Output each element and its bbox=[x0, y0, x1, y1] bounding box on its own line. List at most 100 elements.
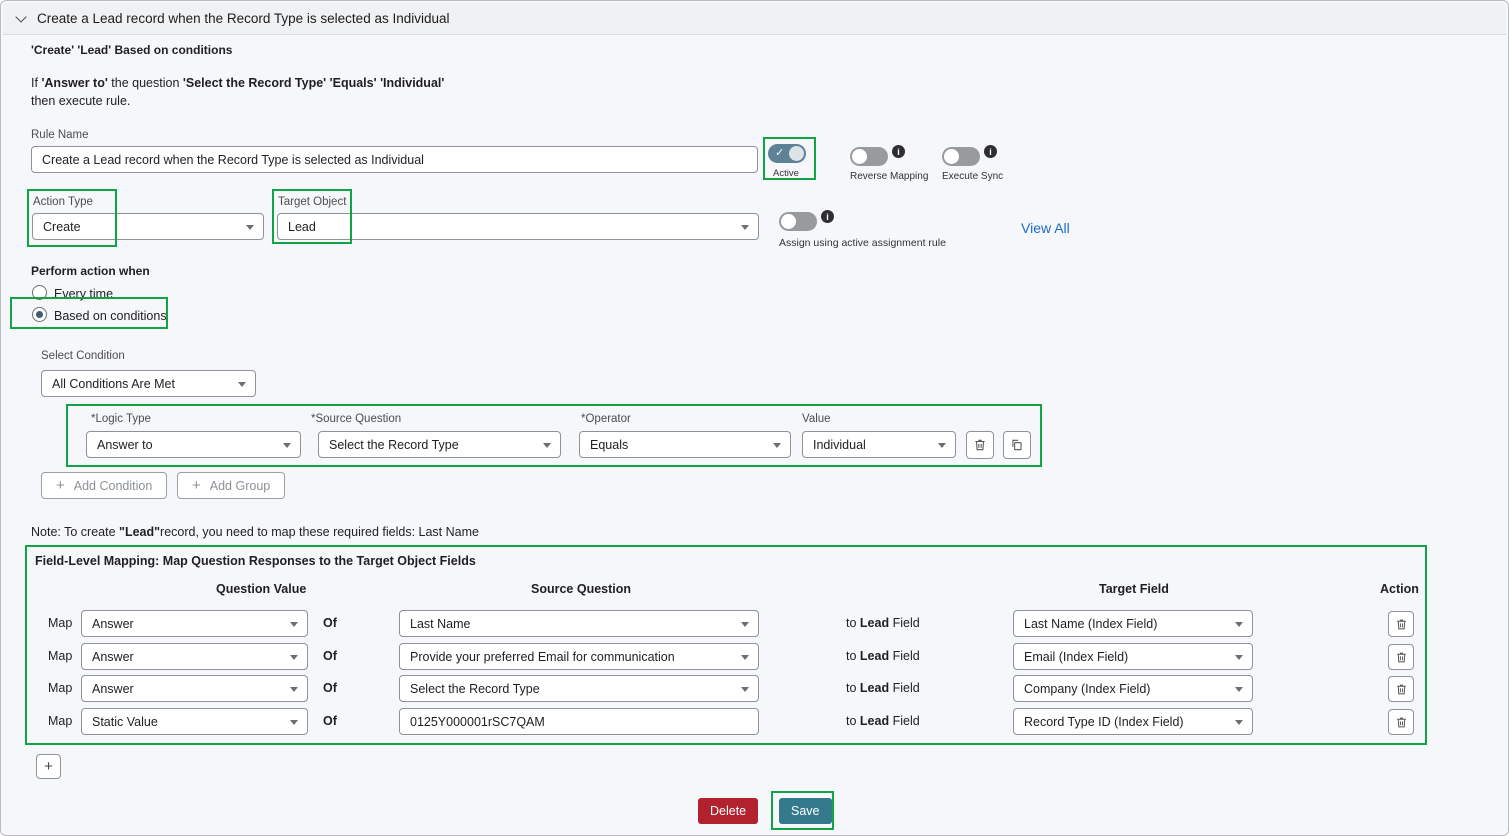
field-text: Field bbox=[893, 649, 920, 663]
delete-mapping-button[interactable] bbox=[1388, 709, 1414, 735]
info-icon[interactable]: i bbox=[821, 210, 834, 223]
static-value-input[interactable] bbox=[399, 708, 759, 735]
source-question-select[interactable]: Last Name bbox=[399, 610, 759, 637]
logic-type-select[interactable]: Answer to bbox=[86, 431, 301, 458]
object-text: Lead bbox=[860, 714, 889, 728]
target-field-select[interactable]: Company (Index Field) bbox=[1013, 675, 1253, 702]
mapping-title: Field-Level Mapping: Map Question Respon… bbox=[35, 554, 476, 568]
chevron-down-icon bbox=[283, 443, 291, 448]
active-toggle[interactable]: ✓ bbox=[768, 144, 806, 163]
mapping-row: Map Answer Of Select the Record Type to … bbox=[26, 675, 1428, 703]
target-field-select[interactable]: Record Type ID (Index Field) bbox=[1013, 708, 1253, 735]
to-field-label: to Lead Field bbox=[846, 616, 920, 630]
question-value-selected: Static Value bbox=[92, 715, 158, 729]
section-header[interactable]: Create a Lead record when the Record Typ… bbox=[3, 3, 1506, 35]
toggle-knob bbox=[944, 149, 959, 164]
target-field-selected: Record Type ID (Index Field) bbox=[1024, 715, 1184, 729]
info-icon[interactable]: i bbox=[892, 145, 905, 158]
chevron-down-icon bbox=[543, 443, 551, 448]
logic-type-label: *Logic Type bbox=[91, 413, 151, 425]
add-mapping-row-button[interactable]: + bbox=[36, 754, 61, 779]
field-text: Field bbox=[893, 681, 920, 695]
question-value-selected: Answer bbox=[92, 617, 134, 631]
delete-condition-button[interactable] bbox=[966, 431, 994, 459]
summary-question: 'Select the Record Type' bbox=[183, 76, 326, 90]
delete-mapping-button[interactable] bbox=[1388, 611, 1414, 637]
condition-source-value: Select the Record Type bbox=[329, 438, 459, 452]
source-question-selected: Last Name bbox=[410, 617, 470, 631]
assignment-rule-label: Assign using active assignment rule bbox=[779, 237, 946, 249]
to-field-label: to Lead Field bbox=[846, 714, 920, 728]
info-icon[interactable]: i bbox=[984, 145, 997, 158]
every-time-label[interactable]: Every time bbox=[54, 287, 113, 301]
section-title: Create a Lead record when the Record Typ… bbox=[37, 11, 450, 26]
radio-based-on-conditions[interactable] bbox=[32, 307, 47, 322]
target-object-label: Target Object bbox=[278, 196, 346, 208]
save-button[interactable]: Save bbox=[779, 798, 832, 824]
condition-source-question-select[interactable]: Select the Record Type bbox=[318, 431, 561, 458]
select-condition-select[interactable]: All Conditions Are Met bbox=[41, 370, 256, 397]
copy-condition-button[interactable] bbox=[1003, 431, 1031, 459]
question-value-select[interactable]: Answer bbox=[81, 610, 308, 637]
trash-icon bbox=[973, 438, 987, 452]
question-value-select[interactable]: Static Value bbox=[81, 708, 308, 735]
delete-mapping-button[interactable] bbox=[1388, 676, 1414, 702]
toggle-knob bbox=[781, 214, 796, 229]
plus-icon: + bbox=[56, 478, 65, 493]
target-object-select[interactable]: Lead bbox=[277, 213, 759, 240]
of-label: Of bbox=[323, 649, 337, 663]
target-object-value: Lead bbox=[288, 220, 316, 234]
then-execute-text: then execute rule. bbox=[31, 94, 130, 108]
chevron-down-icon bbox=[290, 655, 298, 660]
trash-icon bbox=[1395, 683, 1408, 696]
operator-select[interactable]: Equals bbox=[579, 431, 791, 458]
add-condition-button[interactable]: + Add Condition bbox=[41, 472, 167, 499]
question-value-select[interactable]: Answer bbox=[81, 643, 308, 670]
reverse-mapping-toggle[interactable] bbox=[850, 147, 888, 166]
add-group-button[interactable]: + Add Group bbox=[177, 472, 285, 499]
condition-value: Individual bbox=[813, 438, 866, 452]
assignment-rule-toggle[interactable] bbox=[779, 212, 817, 231]
reverse-mapping-label: Reverse Mapping bbox=[850, 171, 928, 182]
trash-icon bbox=[1395, 651, 1408, 664]
logic-type-value: Answer to bbox=[97, 438, 153, 452]
based-on-conditions-label[interactable]: Based on conditions bbox=[54, 309, 167, 323]
source-question-selected: Provide your preferred Email for communi… bbox=[410, 650, 675, 664]
target-field-selected: Last Name (Index Field) bbox=[1024, 617, 1157, 631]
chevron-down-icon bbox=[1235, 720, 1243, 725]
question-value-select[interactable]: Answer bbox=[81, 675, 308, 702]
action-type-value: Create bbox=[43, 220, 81, 234]
chevron-down-icon bbox=[1235, 687, 1243, 692]
operator-label: *Operator bbox=[581, 413, 631, 425]
summary-value: 'Individual' bbox=[380, 76, 444, 90]
radio-every-time[interactable] bbox=[32, 285, 47, 300]
trash-icon bbox=[1395, 716, 1408, 729]
copy-icon bbox=[1010, 438, 1024, 452]
source-question-select[interactable]: Provide your preferred Email for communi… bbox=[399, 643, 759, 670]
chevron-down-icon bbox=[290, 622, 298, 627]
note-object: "Lead" bbox=[119, 525, 160, 539]
source-question-selected: Select the Record Type bbox=[410, 682, 540, 696]
header-source-question: Source Question bbox=[531, 582, 631, 596]
target-field-select[interactable]: Last Name (Index Field) bbox=[1013, 610, 1253, 637]
target-field-select[interactable]: Email (Index Field) bbox=[1013, 643, 1253, 670]
delete-button[interactable]: Delete bbox=[698, 798, 758, 824]
view-all-link[interactable]: View All bbox=[1021, 220, 1070, 236]
collapse-chevron-icon[interactable] bbox=[15, 11, 26, 22]
perform-action-label: Perform action when bbox=[31, 264, 150, 278]
execute-sync-toggle[interactable] bbox=[942, 147, 980, 166]
chevron-down-icon bbox=[741, 622, 749, 627]
rule-name-input[interactable] bbox=[31, 146, 758, 173]
to-text: to bbox=[846, 649, 856, 663]
question-value-selected: Answer bbox=[92, 650, 134, 664]
of-label: Of bbox=[323, 616, 337, 630]
required-fields-note: Note: To create "Lead"record, you need t… bbox=[31, 525, 479, 539]
check-icon: ✓ bbox=[775, 146, 784, 159]
condition-value-select[interactable]: Individual bbox=[802, 431, 956, 458]
action-type-select[interactable]: Create bbox=[32, 213, 264, 240]
summary-if: If bbox=[31, 76, 38, 90]
target-field-selected: Company (Index Field) bbox=[1024, 682, 1150, 696]
source-question-select[interactable]: Select the Record Type bbox=[399, 675, 759, 702]
object-text: Lead bbox=[860, 616, 889, 630]
delete-mapping-button[interactable] bbox=[1388, 644, 1414, 670]
